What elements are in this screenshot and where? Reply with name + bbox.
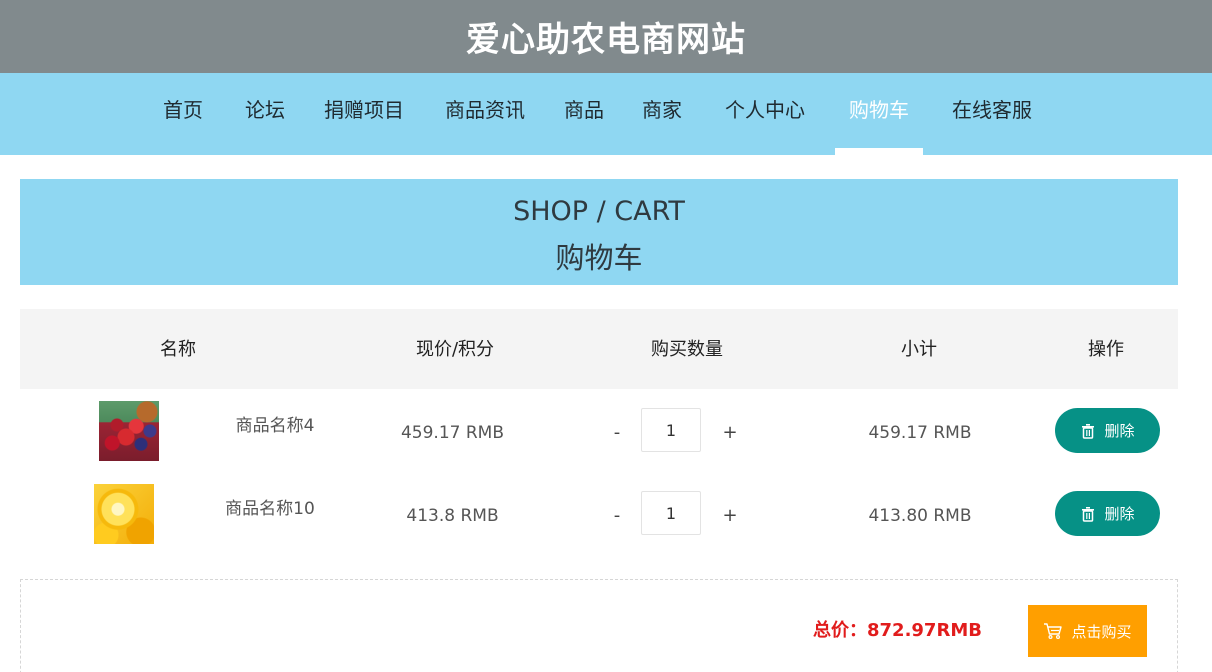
product-subtotal: 413.80 RMB: [868, 506, 972, 526]
header-price: 现价/积分: [415, 339, 495, 360]
product-price: 413.8 RMB: [406, 506, 499, 526]
delete-button[interactable]: 删除: [1055, 491, 1160, 536]
product-subtotal: 459.17 RMB: [868, 423, 972, 443]
delete-label: 删除: [1104, 422, 1135, 440]
product-price: 459.17 RMB: [400, 423, 505, 443]
site-title: 爱心助农电商网站: [466, 20, 746, 60]
header-name: 名称: [160, 339, 196, 360]
nav-item-product-news[interactable]: 商品资讯: [439, 73, 531, 155]
nav-item-cart[interactable]: 购物车: [835, 73, 923, 155]
nav-item-home[interactable]: 首页: [158, 73, 208, 155]
trash-icon: [1082, 506, 1095, 522]
quantity-increase-button[interactable]: +: [720, 391, 740, 471]
delete-label: 删除: [1104, 505, 1135, 523]
delete-button[interactable]: 删除: [1055, 408, 1160, 453]
quantity-decrease-button[interactable]: -: [607, 391, 627, 471]
nav-item-products[interactable]: 商品: [559, 73, 609, 155]
checkout-panel: 总价：872.97RMB 点击购买: [20, 579, 1178, 672]
cart-row: 商品名称10 413.8 RMB - + 413.80 RMB 删除: [20, 474, 1178, 554]
product-name[interactable]: 商品名称10: [205, 474, 335, 554]
total-price: 总价：872.97RMB: [813, 620, 982, 641]
product-name[interactable]: 商品名称4: [210, 391, 340, 471]
page-banner: SHOP / CART 购物车: [20, 179, 1178, 285]
header-quantity: 购买数量: [651, 339, 723, 360]
cart-row: 商品名称4 459.17 RMB - + 459.17 RMB 删除: [20, 391, 1178, 471]
berries-thumbnail[interactable]: [99, 401, 159, 461]
header-action: 操作: [1088, 339, 1124, 360]
trash-icon: [1082, 423, 1095, 439]
site-header: 爱心助农电商网站: [0, 0, 1212, 73]
cart-table-header: 名称 现价/积分 购买数量 小计 操作: [20, 309, 1178, 389]
nav-item-customer-service[interactable]: 在线客服: [946, 73, 1038, 155]
nav-item-forum[interactable]: 论坛: [240, 73, 290, 155]
quantity-increase-button[interactable]: +: [720, 474, 740, 554]
main-nav: 首页 论坛 捐赠项目 商品资讯 商品 商家 个人中心 购物车 在线客服: [0, 73, 1212, 155]
nav-active-indicator: [835, 148, 923, 155]
nav-item-donation[interactable]: 捐赠项目: [318, 73, 410, 155]
lemon-thumbnail[interactable]: [94, 484, 154, 544]
cart-icon: [1044, 623, 1063, 640]
header-subtotal: 小计: [901, 339, 937, 360]
banner-title-en: SHOP / CART: [513, 196, 685, 227]
buy-label: 点击购买: [1071, 622, 1132, 641]
nav-item-merchants[interactable]: 商家: [637, 73, 687, 155]
quantity-input[interactable]: [641, 408, 701, 452]
quantity-decrease-button[interactable]: -: [607, 474, 627, 554]
banner-title-cn: 购物车: [555, 241, 643, 275]
nav-item-personal-center[interactable]: 个人中心: [719, 73, 811, 155]
quantity-input[interactable]: [641, 491, 701, 535]
buy-button[interactable]: 点击购买: [1028, 605, 1147, 657]
